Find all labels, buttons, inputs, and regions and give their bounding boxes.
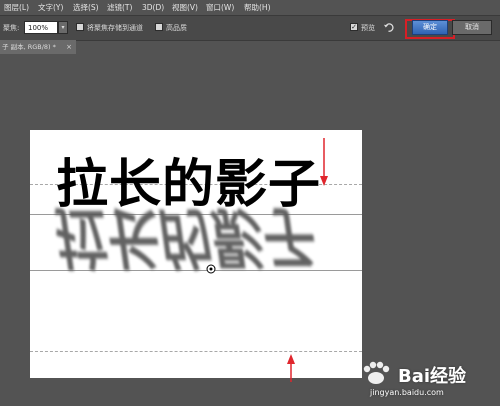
checkbox-check-icon: ✓ bbox=[351, 23, 357, 31]
watermark: Bai经验 jingyan.baidu.com bbox=[352, 358, 498, 404]
canvas[interactable]: 拉长的影子 拉长的影子 bbox=[30, 130, 362, 378]
menu-view[interactable]: 视图(V) bbox=[172, 0, 198, 15]
close-icon[interactable]: × bbox=[66, 40, 72, 54]
preview-label: 预览 bbox=[361, 24, 375, 32]
document-tab[interactable]: 子 副本, RGB/8) * × bbox=[0, 40, 76, 54]
menu-layer[interactable]: 图层(L) bbox=[4, 0, 29, 15]
document-tab-title: 子 副本, RGB/8) * bbox=[2, 43, 56, 51]
paw-logo-icon bbox=[363, 361, 390, 384]
watermark-brand: Bai经验 bbox=[398, 366, 467, 387]
zoom-input[interactable]: 100% bbox=[24, 21, 58, 34]
menu-help[interactable]: 帮助(H) bbox=[244, 0, 271, 15]
ok-button[interactable]: 确定 bbox=[412, 20, 448, 35]
high-quality-label: 高品质 bbox=[166, 24, 187, 32]
watermark-url: jingyan.baidu.com bbox=[370, 388, 444, 397]
cancel-button[interactable]: 取消 bbox=[452, 20, 492, 35]
save-to-channel-label: 将聚焦存储到通道 bbox=[87, 24, 143, 32]
menu-bar: 图层(L) 文字(Y) 选择(S) 滤镜(T) 3D(D) 视图(V) 窗口(W… bbox=[0, 0, 500, 15]
save-to-channel-checkbox[interactable] bbox=[76, 23, 84, 31]
title-text: 拉长的影子 bbox=[56, 155, 322, 215]
menu-type[interactable]: 文字(Y) bbox=[38, 0, 63, 15]
focus-guide-bottom[interactable] bbox=[30, 351, 362, 352]
options-bar: 聚焦: 100% ▾ 将聚焦存储到通道 高品质 ✓ 预览 确定 取消 bbox=[0, 15, 500, 41]
menu-select[interactable]: 选择(S) bbox=[73, 0, 99, 15]
menu-filter[interactable]: 滤镜(T) bbox=[107, 0, 132, 15]
preview-checkbox[interactable]: ✓ bbox=[350, 23, 358, 31]
undo-icon[interactable] bbox=[383, 22, 394, 33]
center-point-icon[interactable] bbox=[206, 264, 216, 274]
zoom-label: 聚焦: bbox=[3, 24, 20, 32]
arrow-down-icon bbox=[320, 138, 328, 186]
menu-3d[interactable]: 3D(D) bbox=[142, 0, 164, 15]
arrow-up-icon bbox=[287, 354, 295, 382]
high-quality-checkbox[interactable] bbox=[155, 23, 163, 31]
menu-window[interactable]: 窗口(W) bbox=[206, 0, 234, 15]
zoom-dropdown-icon[interactable]: ▾ bbox=[58, 21, 68, 34]
